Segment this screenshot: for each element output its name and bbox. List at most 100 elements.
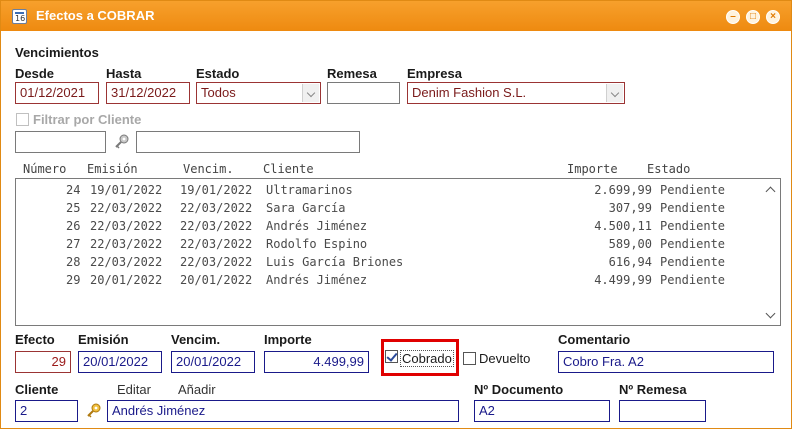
vencimientos-label: Vencimientos [15, 45, 99, 60]
row-vencim: 22/03/2022 [180, 201, 253, 215]
desde-input[interactable]: 01/12/2021 [15, 82, 99, 104]
chevron-down-icon[interactable] [606, 84, 623, 102]
row-importe: 616,94 [608, 255, 652, 269]
col-header-estado[interactable]: Estado [647, 162, 690, 176]
chevron-down-icon[interactable] [302, 84, 319, 102]
devuelto-checkbox[interactable] [463, 352, 476, 365]
row-emision: 22/03/2022 [90, 219, 163, 233]
empresa-select[interactable]: Denim Fashion S.L. [407, 82, 625, 104]
nremesa-label: Nº Remesa [619, 382, 687, 397]
row-vencim: 20/01/2022 [180, 273, 253, 287]
scroll-up-icon[interactable] [765, 186, 776, 197]
col-header-vencim[interactable]: Vencim. [183, 162, 234, 176]
row-numero: 29 [66, 273, 81, 287]
filtrar-cliente-label: Filtrar por Cliente [33, 112, 142, 127]
row-estado: Pendiente [660, 237, 726, 251]
col-header-numero[interactable]: Número [23, 162, 66, 176]
row-vencim: 22/03/2022 [180, 237, 253, 251]
efecto-input[interactable]: 29 [15, 351, 71, 373]
estado-select-value: Todos [201, 85, 236, 100]
row-numero: 24 [66, 183, 81, 197]
row-emision: 22/03/2022 [90, 237, 163, 251]
close-button[interactable]: × [766, 10, 780, 24]
filtrar-cliente-checkbox[interactable] [16, 113, 29, 126]
row-cliente: Sara García [266, 201, 346, 215]
hasta-input[interactable]: 31/12/2022 [106, 82, 190, 104]
row-emision: 19/01/2022 [90, 183, 163, 197]
list-item[interactable]: 29 20/01/2022 20/01/2022 Andrés Jiménez … [16, 271, 764, 289]
ndocumento-input[interactable]: A2 [474, 400, 610, 422]
comentario-label: Comentario [558, 332, 631, 347]
title-bar[interactable]: Efectos a COBRAR – □ × [1, 1, 791, 31]
cliente-name-input[interactable]: Andrés Jiménez [107, 400, 459, 422]
row-cliente: Luis García Briones [266, 255, 404, 269]
row-numero: 26 [66, 219, 81, 233]
cobrado-checkbox[interactable] [385, 350, 398, 363]
row-vencim: 22/03/2022 [180, 219, 253, 233]
calendar-icon [12, 9, 27, 24]
anadir-link[interactable]: Añadir [178, 382, 216, 397]
efectos-list[interactable]: 24 19/01/2022 19/01/2022 Ultramarinos 2.… [15, 178, 781, 326]
row-emision: 20/01/2022 [90, 273, 163, 287]
nremesa-input[interactable] [619, 400, 706, 422]
empresa-select-value: Denim Fashion S.L. [412, 85, 527, 100]
maximize-button[interactable]: □ [746, 10, 760, 24]
row-importe: 2.699,99 [594, 183, 652, 197]
row-estado: Pendiente [660, 183, 726, 197]
row-importe: 589,00 [608, 237, 652, 251]
cliente-code-input[interactable]: 2 [15, 400, 78, 422]
row-estado: Pendiente [660, 273, 726, 287]
emision-input[interactable]: 20/01/2022 [78, 351, 162, 373]
row-cliente: Rodolfo Espino [266, 237, 368, 251]
emision-label: Emisión [78, 332, 129, 347]
minimize-button[interactable]: – [726, 10, 740, 24]
devuelto-label[interactable]: Devuelto [479, 351, 530, 366]
importe-input[interactable]: 4.499,99 [264, 351, 369, 373]
estado-label: Estado [196, 66, 240, 81]
filtro-cliente-code-input[interactable] [15, 131, 106, 153]
col-header-importe[interactable]: Importe [567, 162, 618, 176]
row-numero: 28 [66, 255, 81, 269]
cobrado-label[interactable]: Cobrado [400, 350, 454, 367]
list-item[interactable]: 25 22/03/2022 22/03/2022 Sara García 307… [16, 199, 764, 217]
row-importe: 4.499,99 [594, 273, 652, 287]
list-item[interactable]: 28 22/03/2022 22/03/2022 Luis García Bri… [16, 253, 764, 271]
row-estado: Pendiente [660, 219, 726, 233]
list-item[interactable]: 24 19/01/2022 19/01/2022 Ultramarinos 2.… [16, 181, 764, 199]
key-search-icon[interactable] [113, 133, 131, 151]
estado-select[interactable]: Todos [196, 82, 321, 104]
row-emision: 22/03/2022 [90, 255, 163, 269]
row-estado: Pendiente [660, 201, 726, 215]
scroll-down-icon[interactable] [765, 308, 776, 319]
row-importe: 307,99 [608, 201, 652, 215]
vencim-input[interactable]: 20/01/2022 [171, 351, 255, 373]
desde-label: Desde [15, 66, 55, 81]
vencim-label: Vencim. [171, 332, 221, 347]
comentario-input[interactable]: Cobro Fra. A2 [558, 351, 774, 373]
row-numero: 25 [66, 201, 81, 215]
list-item[interactable]: 26 22/03/2022 22/03/2022 Andrés Jiménez … [16, 217, 764, 235]
row-vencim: 22/03/2022 [180, 255, 253, 269]
remesa-label: Remesa [327, 66, 377, 81]
row-cliente: Andrés Jiménez [266, 219, 368, 233]
col-header-cliente[interactable]: Cliente [263, 162, 314, 176]
efecto-label: Efecto [15, 332, 55, 347]
empresa-label: Empresa [407, 66, 462, 81]
row-numero: 27 [66, 237, 81, 251]
row-emision: 22/03/2022 [90, 201, 163, 215]
list-item[interactable]: 27 22/03/2022 22/03/2022 Rodolfo Espino … [16, 235, 764, 253]
editar-link[interactable]: Editar [117, 382, 151, 397]
row-cliente: Ultramarinos [266, 183, 353, 197]
filtro-cliente-name-input[interactable] [136, 131, 360, 153]
cliente-label: Cliente [15, 382, 59, 397]
list-scrollbar[interactable] [763, 179, 780, 325]
window-title: Efectos a COBRAR [36, 8, 155, 23]
key-search-icon[interactable] [85, 402, 103, 420]
efectos-window: Efectos a COBRAR – □ × Vencimientos Desd… [0, 0, 792, 429]
col-header-emision[interactable]: Emisión [87, 162, 138, 176]
row-vencim: 19/01/2022 [180, 183, 253, 197]
remesa-input[interactable] [327, 82, 400, 104]
ndocumento-label: Nº Documento [474, 382, 564, 397]
hasta-label: Hasta [106, 66, 142, 81]
row-importe: 4.500,11 [594, 219, 652, 233]
